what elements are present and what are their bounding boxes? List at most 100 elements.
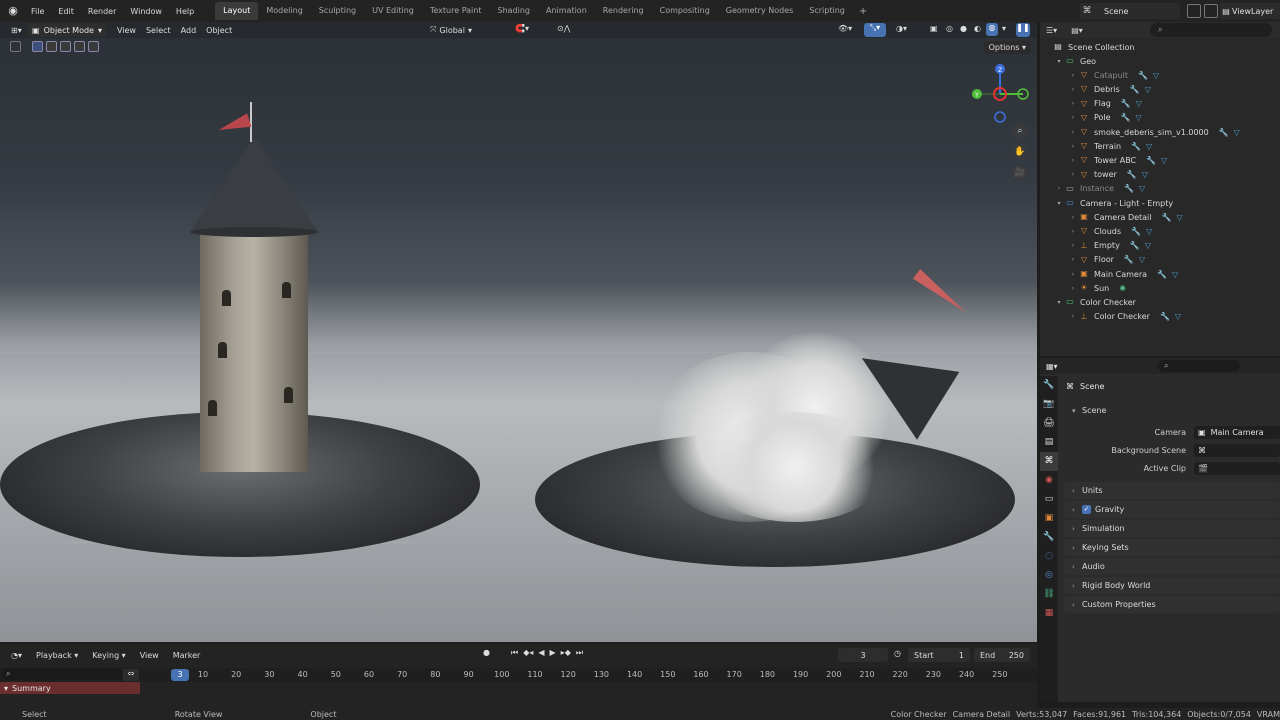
timeline-search-input[interactable]: ⌕ <box>2 668 122 680</box>
outliner-row[interactable]: › ▽ Floor 🔧▽ <box>1068 253 1150 267</box>
outliner-row[interactable]: › ▽ Clouds 🔧▽ <box>1068 224 1157 238</box>
outliner-row[interactable]: › ▽ tower 🔧▽ <box>1068 168 1153 182</box>
outliner-row[interactable]: › ▽ Terrain 🔧▽ <box>1068 139 1157 153</box>
chevron-right-icon[interactable]: › <box>1068 100 1078 107</box>
new-scene-icon[interactable] <box>1187 4 1201 18</box>
menu-file[interactable]: File <box>24 7 51 16</box>
outliner-row[interactable]: ▾ ▭ Color Checker <box>1054 295 1135 309</box>
playhead[interactable]: 3 <box>171 669 189 681</box>
3d-viewport[interactable]: ⊞▾ ▣ Object Mode ▾ View Select Add Objec… <box>0 22 1037 642</box>
blender-logo-icon[interactable]: ◉ <box>6 4 20 18</box>
chevron-right-icon[interactable]: › <box>1068 171 1078 178</box>
gizmo-toggle-icon[interactable]: ⤡▾ <box>864 23 886 37</box>
chevron-down-icon[interactable]: ▾ <box>1054 58 1064 65</box>
play-reverse-icon[interactable]: ◀ <box>538 648 544 658</box>
units-panel[interactable]: › Units <box>1064 482 1280 499</box>
shading-options-icon[interactable]: ▾ <box>1002 24 1006 33</box>
tab-layout[interactable]: Layout <box>215 2 259 20</box>
outliner-row[interactable]: ▾ ▭ Camera - Light - Empty <box>1054 196 1173 210</box>
summary-channel[interactable]: ▾ Summary <box>0 682 140 694</box>
outliner-row[interactable]: › ▭ Instance 🔧▽ <box>1054 182 1150 196</box>
chevron-right-icon[interactable]: › <box>1068 256 1078 263</box>
prev-keyframe-icon[interactable]: ◆◂ <box>523 648 533 658</box>
tab-scripting[interactable]: Scripting <box>801 2 853 20</box>
object-tab-icon[interactable]: ▣ <box>1040 509 1058 528</box>
camera-view-icon[interactable]: 🎥 <box>1012 165 1028 181</box>
outliner-row[interactable]: ▾ ▭ Geo <box>1054 54 1096 68</box>
viewport-menu-select[interactable]: Select <box>141 26 176 35</box>
keying-sets-panel[interactable]: › Keying Sets <box>1064 539 1280 556</box>
outliner-row[interactable]: › ▽ Debris 🔧▽ <box>1068 82 1156 96</box>
select-mode-intersect-icon[interactable] <box>88 41 99 52</box>
chevron-down-icon[interactable]: ▾ <box>1054 299 1064 306</box>
viewport-menu-add[interactable]: Add <box>176 26 202 35</box>
timeline-menu-view[interactable]: View <box>135 651 164 660</box>
display-mode-icon[interactable]: ▤▾ <box>1071 26 1083 35</box>
clock-icon[interactable]: ◷ <box>894 649 901 658</box>
chevron-right-icon[interactable]: › <box>1054 185 1064 192</box>
navigation-gizmo[interactable]: Z Y <box>970 64 1030 124</box>
chevron-right-icon[interactable]: › <box>1068 114 1078 121</box>
view-layer-selector[interactable]: ▤ ViewLayer <box>1220 3 1280 19</box>
chevron-right-icon[interactable]: › <box>1068 313 1078 320</box>
visibility-icon[interactable]: 👁▾ <box>838 24 852 33</box>
tab-rendering[interactable]: Rendering <box>595 2 652 20</box>
tab-texture-paint[interactable]: Texture Paint <box>422 2 490 20</box>
audio-panel[interactable]: › Audio <box>1064 558 1280 575</box>
timeline-menu-keying[interactable]: Keying ▾ <box>87 651 130 660</box>
tab-animation[interactable]: Animation <box>538 2 595 20</box>
outliner-search-input[interactable]: ⌕ <box>1150 23 1272 37</box>
properties-editor-icon[interactable]: ▦▾ <box>1046 362 1058 371</box>
timeline-menu-marker[interactable]: Marker <box>168 651 206 660</box>
collection-tab-icon[interactable]: ▭ <box>1040 490 1058 509</box>
tab-uv-editing[interactable]: UV Editing <box>364 2 422 20</box>
shading-solid-icon[interactable]: ● <box>960 24 967 33</box>
menu-edit[interactable]: Edit <box>51 7 81 16</box>
background-scene-field[interactable]: ⌘ <box>1194 443 1280 457</box>
select-mode-invert-icon[interactable] <box>74 41 85 52</box>
outliner-row[interactable]: › ⊥ Empty 🔧▽ <box>1068 239 1156 253</box>
options-button[interactable]: Options ▾ <box>983 41 1031 54</box>
tab-shading[interactable]: Shading <box>489 2 538 20</box>
menu-window[interactable]: Window <box>123 7 169 16</box>
mode-selector[interactable]: ▣ Object Mode ▾ <box>28 23 106 37</box>
snap-icon[interactable]: 🧲▾ <box>515 24 529 33</box>
overlay-icon[interactable]: ◑▾ <box>896 24 907 33</box>
rigid-body-world-panel[interactable]: › Rigid Body World <box>1064 577 1280 594</box>
texture-tab-icon[interactable]: ▦ <box>1040 604 1058 623</box>
record-icon[interactable]: ● <box>483 648 490 658</box>
transform-orientation[interactable]: ⤧ Global ▾ <box>430 23 472 37</box>
next-keyframe-icon[interactable]: ▸◆ <box>561 648 571 658</box>
constraints-tab-icon[interactable]: ⛓ <box>1040 585 1058 604</box>
outliner-row[interactable]: › ▣ Camera Detail 🔧▽ <box>1068 210 1188 224</box>
timeline-menu-playback[interactable]: Playback ▾ <box>31 651 83 660</box>
tab-modeling[interactable]: Modeling <box>258 2 310 20</box>
outliner-root[interactable]: ▤ Scene Collection <box>1052 40 1134 54</box>
jump-end-icon[interactable]: ⏭ <box>576 648 583 658</box>
zoom-icon[interactable]: ⌕ <box>1012 123 1028 139</box>
chevron-down-icon[interactable]: ▾ <box>1054 200 1064 207</box>
pan-hand-icon[interactable]: ✋ <box>1012 144 1028 160</box>
outliner-row[interactable]: › ▽ Tower ABC 🔧▽ <box>1068 153 1172 167</box>
chevron-right-icon[interactable]: › <box>1068 72 1078 79</box>
select-tool-icon[interactable] <box>10 41 21 52</box>
chevron-right-icon[interactable]: › <box>1068 157 1078 164</box>
output-tab-icon[interactable]: 🖨 <box>1040 414 1058 433</box>
pause-render-icon[interactable]: ❚❚ <box>1016 23 1030 37</box>
custom-properties-panel[interactable]: › Custom Properties <box>1064 596 1280 613</box>
outliner-row[interactable]: › ▽ Pole 🔧▽ <box>1068 111 1147 125</box>
outliner-row[interactable]: › ☀ Sun ✺ <box>1068 281 1131 295</box>
select-mode-subtract-icon[interactable] <box>60 41 71 52</box>
add-workspace-icon[interactable]: + <box>853 6 873 17</box>
chevron-right-icon[interactable]: › <box>1068 214 1078 221</box>
tool-tab-icon[interactable]: 🔧 <box>1040 376 1058 395</box>
tab-compositing[interactable]: Compositing <box>652 2 718 20</box>
simulation-panel[interactable]: › Simulation <box>1064 520 1280 537</box>
viewport-menu-object[interactable]: Object <box>201 26 237 35</box>
particles-tab-icon[interactable]: ◌ <box>1040 547 1058 566</box>
view-layer-tab-icon[interactable]: ▤ <box>1040 433 1058 452</box>
render-tab-icon[interactable]: 📷 <box>1040 395 1058 414</box>
gravity-checkbox[interactable]: ✓ <box>1082 505 1091 514</box>
physics-tab-icon[interactable]: ◎ <box>1040 566 1058 585</box>
outliner-row[interactable]: › ▽ smoke_deberis_sim_v1.0000 🔧▽ <box>1068 125 1245 139</box>
